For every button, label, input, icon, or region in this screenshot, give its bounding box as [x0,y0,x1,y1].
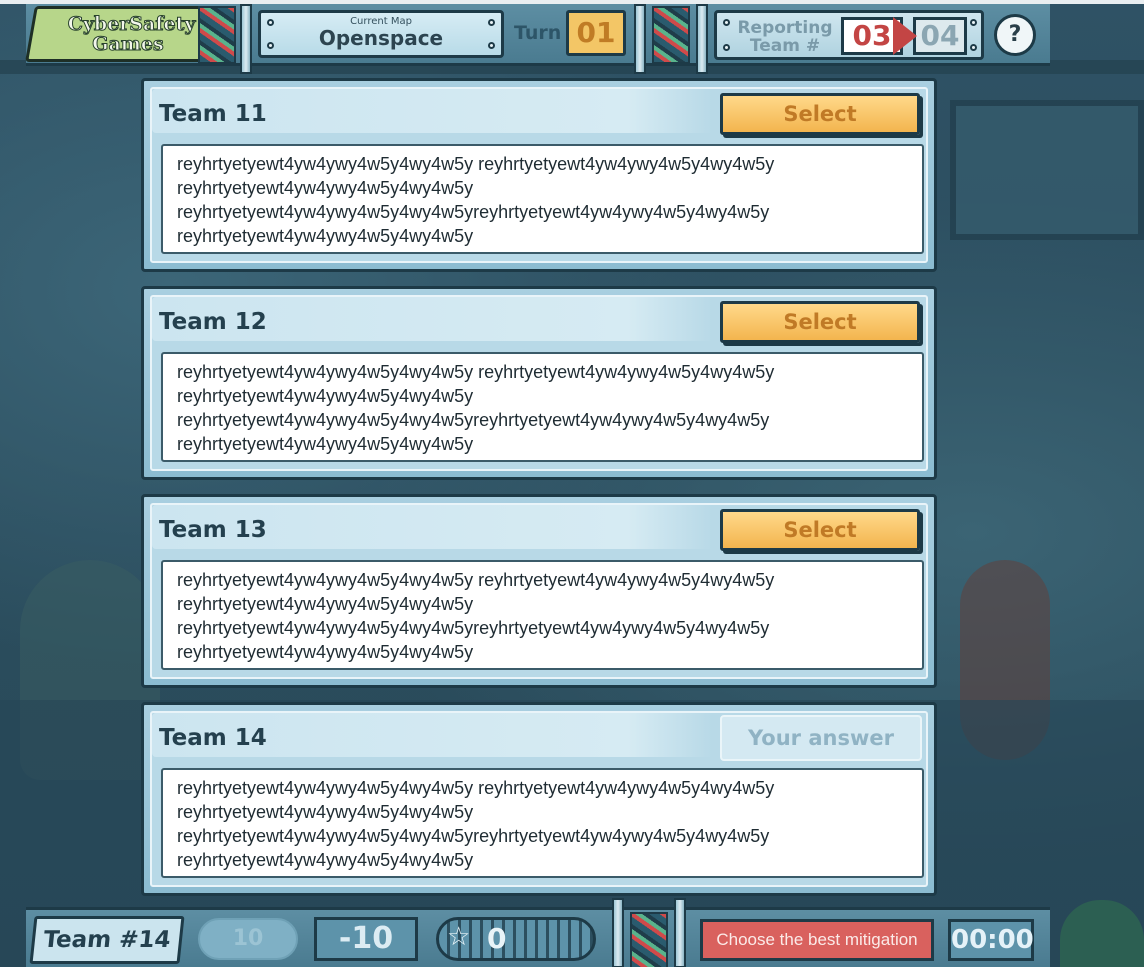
rivet [267,19,274,26]
cables-decoration [630,912,668,967]
background-plant [1060,900,1144,967]
team-card: Team 11 Select reyhrtyetyewt4yw4ywy4w5y4… [141,78,937,272]
score-display: -10 [314,917,418,961]
rivet [970,44,977,51]
pipe-decoration [240,4,252,74]
team-answer-text: reyhrtyetyewt4yw4ywy4w5y4wy4w5y reyhrtye… [161,560,924,670]
stars-value: 0 [487,922,507,955]
pipe-decoration [696,4,708,74]
logo-line-1: CyberSafety [67,13,196,36]
help-button[interactable]: ? [994,14,1036,56]
rivet [723,19,730,26]
turn-label: Turn [514,22,562,44]
team-answer-text: reyhrtyetyewt4yw4ywy4w5y4wy4w5y reyhrtye… [161,352,924,462]
rivet [723,44,730,51]
pipe-decoration [674,898,686,967]
logo-line-2: Games [92,33,164,56]
arrow-right-icon [893,17,917,55]
top-bar: CyberSafety Games Current Map Openspace … [25,4,1050,74]
team-card: Team 12 Select reyhrtyetyewt4yw4ywy4w5y4… [141,286,937,480]
team-title: Team 11 [159,101,267,127]
reporting-team-panel: Reporting Team # 04 03 [714,10,984,60]
player-team-tag: Team #14 [29,916,185,964]
reporting-team-label: Reporting Team # [737,18,833,56]
select-button[interactable]: Select [720,93,920,135]
rivet [488,42,495,49]
pipe-decoration [634,4,646,74]
team-answer-text: reyhrtyetyewt4yw4ywy4w5y4wy4w5y reyhrtye… [161,768,924,878]
cables-decoration [652,6,690,64]
current-map-value: Openspace [318,26,444,50]
coin-counter: 10 [198,918,298,960]
stars-counter: ☆ 0 [436,917,596,961]
select-button[interactable]: Select [720,509,920,551]
background-window [950,100,1144,240]
reporting-team-next: 04 [913,17,967,55]
bottom-bar: Team #14 10 -10 ☆ 0 Choose the best miti… [26,898,1050,967]
turn-value: 01 [566,10,626,56]
team-title: Team 13 [159,517,267,543]
team-title: Team 12 [159,309,267,335]
team-title: Team 14 [159,725,267,751]
team-answer-text: reyhrtyetyewt4yw4ywy4w5y4wy4w5y reyhrtye… [161,144,924,254]
star-icon: ☆ [447,922,471,952]
current-map-panel: Current Map Openspace [258,10,504,58]
status-message: Choose the best mitigation [700,919,934,961]
team-card-own: Team 14 Your answer reyhrtyetyewt4yw4ywy… [141,702,937,896]
your-answer-badge: Your answer [720,715,922,761]
countdown-timer: 00:00 [948,919,1034,961]
cables-decoration [198,6,236,64]
select-button[interactable]: Select [720,301,920,343]
team-card: Team 13 Select reyhrtyetyewt4yw4ywy4w5y4… [141,494,937,688]
rivet [970,19,977,26]
rivet [488,19,495,26]
pipe-decoration [612,898,624,967]
rivet [267,42,274,49]
